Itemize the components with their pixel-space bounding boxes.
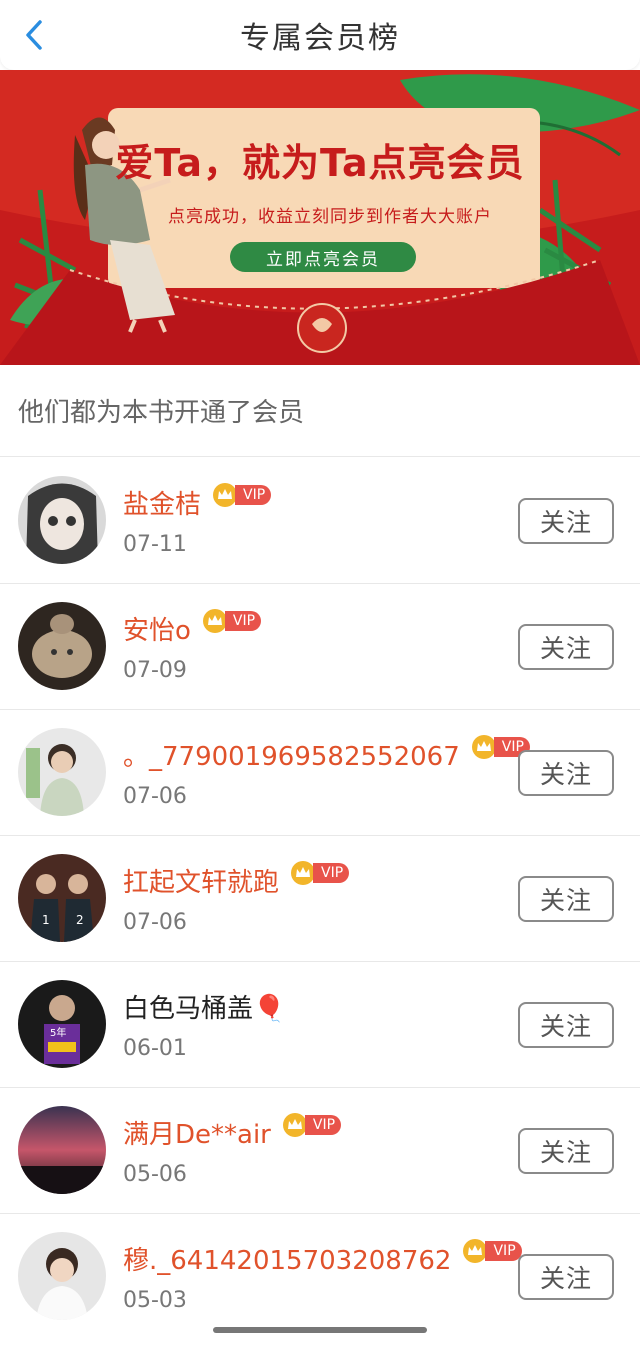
list-item[interactable]: 1 2 扛起文轩就跑 VIP 07-06 关注 — [0, 836, 640, 962]
follow-button[interactable]: 关注 — [518, 876, 614, 922]
banner-headline: 爱Ta，就为Ta点亮会员 — [115, 141, 525, 185]
list-item[interactable]: 穆._641420157032087​62 VIP 05-03 关注 — [0, 1214, 640, 1340]
member-date: 07-06 — [123, 784, 187, 809]
section-header: 他们都为本书开通了会员 — [0, 365, 640, 457]
vip-badge: VIP — [281, 1112, 342, 1138]
member-name[interactable]: 。_779001969582552067 — [123, 736, 460, 773]
list-item[interactable]: 。_779001969582552067 VIP 07-06 关注 — [0, 710, 640, 836]
follow-button[interactable]: 关注 — [518, 624, 614, 670]
avatar[interactable] — [18, 602, 106, 690]
vip-label: VIP — [313, 863, 350, 883]
member-name[interactable]: 盐金桔 — [123, 484, 201, 521]
section-title: 他们都为本书开通了会员 — [18, 398, 305, 428]
member-date: 05-06 — [123, 1162, 187, 1187]
follow-label: 关注 — [539, 634, 592, 663]
back-arrow-icon[interactable] — [20, 16, 50, 54]
member-date: 07-09 — [123, 658, 187, 683]
member-name[interactable]: 扛起文轩就跑 — [123, 862, 279, 899]
member-date: 07-11 — [123, 532, 187, 557]
avatar[interactable]: 5年 — [18, 980, 106, 1068]
follow-label: 关注 — [539, 508, 592, 537]
page-title: 专属会员榜 — [240, 21, 400, 56]
vip-badge: VIP — [461, 1238, 522, 1264]
svg-text:5年: 5年 — [50, 1026, 66, 1039]
follow-button[interactable]: 关注 — [518, 1002, 614, 1048]
promo-banner[interactable]: 爱Ta，就为Ta点亮会员 点亮成功，收益立刻同步到作者大大账户 立即点亮会员 — [0, 70, 640, 365]
follow-button[interactable]: 关注 — [518, 750, 614, 796]
svg-text:2: 2 — [76, 913, 84, 927]
follow-label: 关注 — [539, 886, 592, 915]
member-name[interactable]: 穆._641420157032087​62 — [123, 1240, 451, 1277]
follow-button[interactable]: 关注 — [518, 1254, 614, 1300]
avatar[interactable] — [18, 728, 106, 816]
member-name[interactable]: 安怡o — [123, 610, 191, 647]
member-name[interactable]: 满月De**air — [123, 1114, 271, 1151]
member-date: 06-01 — [123, 1036, 187, 1061]
vip-label: VIP — [304, 1115, 342, 1135]
svg-text:1: 1 — [42, 913, 50, 927]
member-list: 盐金桔 VIP 07-11 关注 安怡o VIP 07-09 关注 。_7790… — [0, 458, 640, 1340]
avatar[interactable] — [18, 1106, 106, 1194]
banner-cta-label: 立即点亮会员 — [266, 249, 380, 270]
vip-badge: VIP — [211, 482, 272, 508]
banner-cta-button[interactable]: 立即点亮会员 — [230, 242, 416, 272]
member-name[interactable]: 白色马桶盖🎈 — [123, 988, 285, 1025]
vip-label: VIP — [224, 611, 262, 631]
list-item[interactable]: 盐金桔 VIP 07-11 关注 — [0, 458, 640, 584]
home-indicator[interactable] — [213, 1327, 427, 1333]
list-item[interactable]: 满月De**air VIP 05-06 关注 — [0, 1088, 640, 1214]
avatar[interactable]: 1 2 — [18, 854, 106, 942]
vip-label: VIP — [485, 1241, 522, 1261]
list-item[interactable]: 安怡o VIP 07-09 关注 — [0, 584, 640, 710]
member-date: 05-03 — [123, 1288, 187, 1313]
list-item[interactable]: 5年 白色马桶盖🎈 06-01 关注 — [0, 962, 640, 1088]
follow-button[interactable]: 关注 — [518, 498, 614, 544]
top-bar: 专属会员榜 — [0, 0, 640, 70]
banner-subline: 点亮成功，收益立刻同步到作者大大账户 — [168, 207, 492, 227]
follow-button[interactable]: 关注 — [518, 1128, 614, 1174]
avatar[interactable] — [18, 1232, 106, 1320]
follow-label: 关注 — [539, 1264, 592, 1293]
avatar[interactable] — [18, 476, 106, 564]
vip-badge: VIP — [201, 608, 262, 634]
follow-label: 关注 — [539, 1012, 592, 1041]
follow-label: 关注 — [539, 760, 592, 789]
follow-label: 关注 — [539, 1138, 592, 1167]
vip-label: VIP — [235, 485, 272, 505]
vip-badge: VIP — [289, 860, 350, 886]
member-date: 07-06 — [123, 910, 187, 935]
